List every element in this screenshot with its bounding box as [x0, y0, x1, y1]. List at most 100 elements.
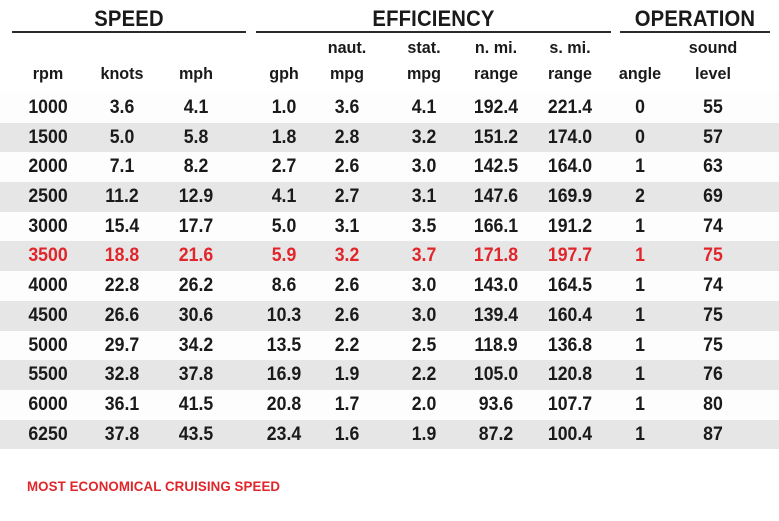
- cell-nmi-range: 139.4: [473, 304, 519, 326]
- cell-knots: 7.1: [109, 156, 135, 178]
- column-header-stat-mpg-top: stat.: [407, 38, 441, 57]
- cell-mph: 34.2: [178, 334, 214, 356]
- cell-mph: 4.1: [183, 97, 209, 118]
- cell-rpm: 1000: [28, 97, 68, 118]
- cell-naut-mpg: 3.6: [334, 97, 360, 118]
- column-group-efficiency-rule: [256, 31, 611, 33]
- cell-knots: 5.0: [109, 126, 135, 148]
- cell-naut-mpg: 2.6: [334, 156, 360, 178]
- cell-angle: 1: [635, 245, 645, 267]
- cell-gph: 4.1: [271, 186, 297, 208]
- cell-smi-range: 191.2: [547, 215, 593, 237]
- cell-naut-mpg: 3.1: [334, 215, 360, 237]
- column-header-rpm: rpm: [32, 64, 64, 83]
- column-header-smi-range-top: s. mi.: [549, 38, 591, 57]
- cell-nmi-range: 93.6: [478, 393, 514, 415]
- table-row: 5500 32.8 37.8 16.9 1.9 2.2 105.0 120.8 1 76: [0, 360, 779, 390]
- cell-nmi-range: 87.2: [478, 423, 514, 445]
- cell-angle: 1: [635, 334, 645, 356]
- cell-knots: 37.8: [104, 423, 140, 445]
- cell-smi-range: 136.8: [547, 334, 593, 356]
- table-row: 1000 3.6 4.1 1.0 3.6 4.1 192.4 221.4 0 55: [0, 93, 779, 123]
- column-group-efficiency-title: EFFICIENCY: [372, 6, 495, 31]
- cell-rpm: 6250: [28, 423, 68, 445]
- column-header-smi-range: range: [548, 64, 592, 83]
- cell-smi-range: 169.9: [547, 186, 593, 208]
- cell-mph: 21.6: [178, 245, 214, 267]
- cell-gph: 5.0: [271, 215, 297, 237]
- cell-mph: 8.2: [183, 156, 209, 178]
- cell-naut-mpg: 2.8: [334, 126, 360, 148]
- cell-rpm: 2000: [28, 156, 68, 178]
- cell-stat-mpg: 2.0: [411, 393, 437, 415]
- cell-angle: 1: [635, 423, 645, 445]
- table-row: 3500 18.8 21.6 5.9 3.2 3.7 171.8 197.7 1 75: [0, 241, 779, 272]
- most-economical-cruising-speed-note: MOST ECONOMICAL CRUISING SPEED: [27, 478, 281, 494]
- cell-stat-mpg: 3.2: [411, 126, 437, 148]
- cell-rpm: 5000: [28, 334, 68, 356]
- cell-angle: 0: [635, 126, 645, 148]
- cell-sound: 87: [703, 423, 723, 445]
- table-row: 2500 11.2 12.9 4.1 2.7 3.1 147.6 169.9 2 69: [0, 182, 779, 212]
- cell-angle: 1: [635, 304, 645, 326]
- column-group-operation-rule: [620, 31, 770, 33]
- cell-smi-range: 221.4: [547, 97, 593, 118]
- cell-rpm: 3000: [28, 215, 68, 237]
- cell-knots: 36.1: [104, 393, 140, 415]
- cell-sound: 69: [703, 186, 723, 208]
- cell-naut-mpg: 1.6: [334, 423, 360, 445]
- cell-angle: 1: [635, 156, 645, 178]
- cell-knots: 3.6: [109, 97, 135, 118]
- cell-angle: 1: [635, 215, 645, 237]
- table-body: 1000 3.6 4.1 1.0 3.6 4.1 192.4 221.4 0 55 1500 5.0 5…: [0, 93, 779, 450]
- cell-naut-mpg: 1.7: [334, 393, 360, 415]
- column-header-nmi-range-top: n. mi.: [474, 38, 518, 57]
- cell-sound: 80: [703, 393, 723, 415]
- cell-gph: 10.3: [266, 304, 302, 326]
- cell-gph: 8.6: [271, 275, 297, 297]
- cell-stat-mpg: 3.0: [411, 156, 437, 178]
- cell-naut-mpg: 1.9: [334, 364, 360, 386]
- cell-knots: 26.6: [104, 304, 140, 326]
- cell-smi-range: 107.7: [547, 393, 593, 415]
- table-row: 5000 29.7 34.2 13.5 2.2 2.5 118.9 136.8 1 75: [0, 330, 779, 361]
- column-group-speed-rule: [12, 31, 246, 33]
- cell-naut-mpg: 2.6: [334, 275, 360, 297]
- column-group-header-band: SPEED EFFICIENCY OPERATION: [0, 0, 779, 38]
- table-row: 1500 5.0 5.8 1.8 2.8 3.2 151.2 174.0 0 57: [0, 122, 779, 153]
- table-row: 2000 7.1 8.2 2.7 2.6 3.0 142.5 164.0 1 63: [0, 152, 779, 183]
- cell-smi-range: 160.4: [547, 304, 593, 326]
- column-header-sound-level: level: [695, 64, 731, 83]
- cell-sound: 57: [703, 126, 723, 148]
- cell-gph: 1.8: [271, 126, 297, 148]
- cell-mph: 30.6: [178, 304, 214, 326]
- cell-sound: 76: [703, 364, 723, 386]
- cell-gph: 23.4: [266, 423, 302, 445]
- cell-knots: 15.4: [104, 215, 140, 237]
- cell-gph: 16.9: [266, 364, 302, 386]
- cell-knots: 29.7: [104, 334, 140, 356]
- cell-stat-mpg: 1.9: [411, 423, 437, 445]
- cell-sound: 63: [703, 156, 723, 178]
- column-header-band: rpm knots mph gph naut. mpg stat. mpg n.…: [0, 38, 779, 93]
- column-group-operation-title: OPERATION: [634, 6, 756, 31]
- cell-stat-mpg: 2.2: [411, 364, 437, 386]
- cell-nmi-range: 166.1: [473, 215, 519, 237]
- cell-gph: 2.7: [271, 156, 297, 178]
- cell-rpm: 4500: [28, 304, 68, 326]
- column-header-gph: gph: [269, 64, 299, 83]
- cell-angle: 2: [635, 186, 645, 208]
- cell-naut-mpg: 2.7: [334, 186, 360, 208]
- cell-smi-range: 164.5: [547, 275, 593, 297]
- cell-angle: 1: [635, 275, 645, 297]
- column-header-naut-mpg: mpg: [329, 64, 365, 83]
- cell-stat-mpg: 3.7: [411, 245, 437, 267]
- cell-stat-mpg: 2.5: [411, 334, 437, 356]
- cell-stat-mpg: 3.0: [411, 304, 437, 326]
- column-header-knots: knots: [100, 64, 144, 83]
- cell-gph: 1.0: [271, 97, 297, 118]
- cell-mph: 26.2: [178, 275, 214, 297]
- cell-sound: 55: [703, 97, 723, 118]
- cell-mph: 41.5: [178, 393, 214, 415]
- cell-nmi-range: 118.9: [474, 334, 518, 356]
